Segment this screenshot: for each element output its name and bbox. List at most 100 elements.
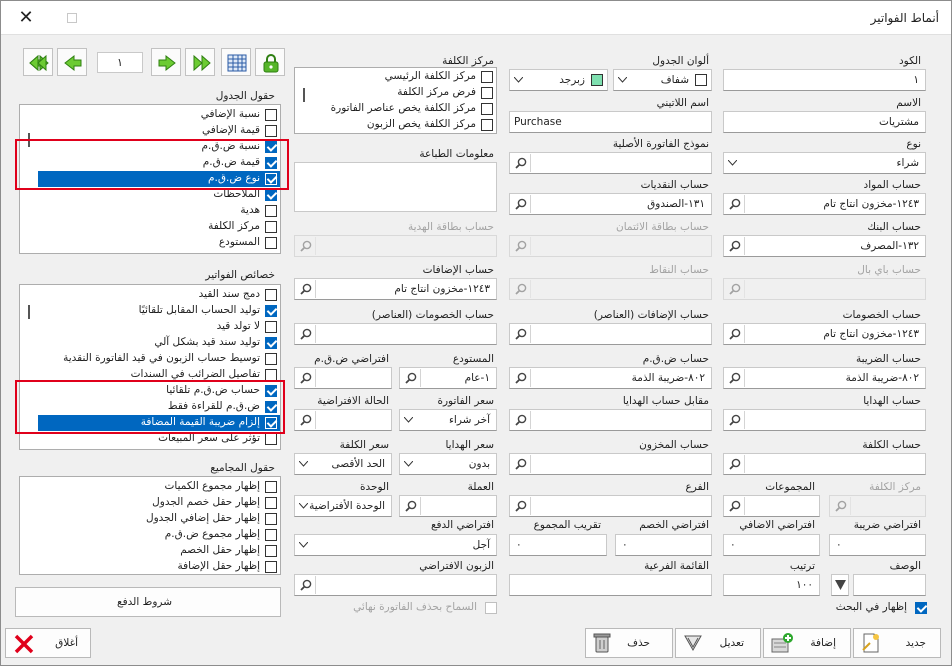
tax-account-field[interactable]: ٨٠٢-ضريبة الذمة	[723, 367, 926, 389]
lookup-search-icon[interactable]	[296, 411, 316, 429]
checklist-item[interactable]: إظهار حقل خصم الجدول	[20, 495, 280, 511]
new-button[interactable]: جديد	[853, 628, 941, 658]
checkbox[interactable]	[265, 289, 277, 301]
checklist-item[interactable]: إظهار حقل الخصم	[20, 543, 280, 559]
checklist-item[interactable]: مركز الكلفة يخص الزبون	[295, 117, 496, 133]
sort-field[interactable]: ١٠٠	[723, 574, 820, 596]
lookup-search-icon[interactable]	[511, 455, 531, 473]
gifts-price-select[interactable]: بدون	[399, 453, 497, 475]
lookup-search-icon[interactable]	[725, 497, 745, 515]
lookup-search-icon[interactable]	[511, 237, 531, 255]
default-state-field[interactable]	[294, 409, 392, 431]
lookup-search-icon[interactable]	[296, 369, 316, 387]
lookup-search-icon[interactable]	[401, 497, 421, 515]
delete-button[interactable]: حذف	[585, 628, 673, 658]
code-field[interactable]: ١	[723, 69, 926, 91]
checkbox[interactable]	[265, 561, 277, 573]
checkbox[interactable]	[265, 497, 277, 509]
tax-default-field[interactable]: ٠	[829, 534, 926, 556]
lookup-search-icon[interactable]	[296, 237, 316, 255]
additions-items-field[interactable]	[509, 323, 712, 345]
warehouse-field[interactable]: ١-عام	[399, 367, 497, 389]
page-number-field[interactable]: ١	[97, 52, 143, 73]
checklist-item[interactable]: توليد سند قيد بشكل آلي	[20, 335, 280, 351]
branch-field[interactable]	[509, 495, 712, 517]
totals-fields-list[interactable]: إظهار مجموع الكميات إظهار حقل خصم الجدول إ…	[19, 476, 281, 575]
checklist-item[interactable]: هدية	[20, 203, 280, 219]
last-record-button[interactable]	[185, 48, 215, 76]
bank-account-field[interactable]: ١٣٢-المصرف	[723, 235, 926, 257]
lookup-search-icon[interactable]	[725, 237, 745, 255]
cost-price-select[interactable]: الحد الأقصى	[294, 453, 392, 475]
checkbox[interactable]	[265, 529, 277, 541]
checkbox[interactable]	[265, 481, 277, 493]
checkbox[interactable]	[265, 205, 277, 217]
round-total-field[interactable]: ٠	[509, 534, 607, 556]
payment-terms-button[interactable]: شروط الدفع	[15, 587, 281, 617]
maximize-icon[interactable]	[67, 13, 77, 23]
lookup-search-icon[interactable]	[511, 195, 531, 213]
close-button[interactable]: أغلاق	[5, 628, 91, 658]
lookup-search-icon[interactable]	[511, 154, 531, 172]
lookup-search-icon[interactable]	[296, 325, 316, 343]
lookup-search-icon[interactable]	[725, 325, 745, 343]
checkbox[interactable]	[265, 321, 277, 333]
name-field[interactable]: مشتريات	[723, 111, 926, 133]
checklist-item[interactable]: قيمة الإضافي	[20, 123, 280, 139]
checklist-item[interactable]: مركز الكلفة يخص عناصر الفاتورة	[295, 101, 496, 117]
checkbox[interactable]	[265, 337, 277, 349]
default-customer-field[interactable]	[294, 574, 497, 596]
payment-default-select[interactable]: آجل	[294, 534, 497, 556]
checkbox[interactable]	[265, 221, 277, 233]
checklist-item[interactable]: لا تولد قيد	[20, 319, 280, 335]
checkbox[interactable]	[265, 545, 277, 557]
checkbox[interactable]	[265, 433, 277, 445]
first-record-button[interactable]	[23, 48, 53, 76]
checkbox[interactable]	[481, 87, 493, 99]
checklist-item[interactable]: إظهار مجموع ض.ق.م	[20, 527, 280, 543]
checkbox[interactable]	[265, 237, 277, 249]
grid-view-button[interactable]	[221, 48, 251, 76]
cost-account-field[interactable]	[723, 453, 926, 475]
checklist-item[interactable]: مركز الكلفة الرئيسي	[295, 69, 496, 85]
discounts-items-field[interactable]	[294, 323, 497, 345]
latin-name-field[interactable]: Purchase	[509, 111, 712, 133]
unit-select[interactable]: الوحدة الأفتراضية	[294, 495, 392, 517]
lookup-search-icon[interactable]	[511, 369, 531, 387]
checkbox[interactable]	[265, 109, 277, 121]
gifts-offset-field[interactable]	[509, 409, 712, 431]
vat-default-field[interactable]	[294, 367, 392, 389]
checklist-item[interactable]: إظهار حقل إضافي الجدول	[20, 511, 280, 527]
materials-account-field[interactable]: ١٢٤٣-مخزون انتاج تام	[723, 193, 926, 215]
lookup-search-icon[interactable]	[401, 369, 421, 387]
prev-record-button[interactable]	[57, 48, 87, 76]
checklist-item[interactable]: توليد الحساب المقابل تلقائيًا	[20, 303, 280, 319]
checkbox[interactable]	[265, 189, 277, 201]
checkbox[interactable]	[265, 125, 277, 137]
additional-default-field[interactable]: ٠	[723, 534, 820, 556]
lookup-search-icon[interactable]	[511, 497, 531, 515]
lookup-search-icon[interactable]	[511, 411, 531, 429]
stock-account-field[interactable]	[509, 453, 712, 475]
checklist-item[interactable]: نسبة الإضافي	[20, 107, 280, 123]
checklist-item[interactable]: المستودع	[20, 235, 280, 251]
cash-account-field[interactable]: ١٣١-الصندوق	[509, 193, 712, 215]
checkbox[interactable]	[265, 513, 277, 525]
discounts-account-field[interactable]: ١٢٤٣-مخزون انتاج تام	[723, 323, 926, 345]
checkbox[interactable]	[481, 103, 493, 115]
show-in-search-checkbox[interactable]	[915, 602, 927, 614]
checklist-item[interactable]: إظهار حقل الإضافة	[20, 559, 280, 574]
cost-centers-list[interactable]: مركز الكلفة الرئيسي فرض مركز الكلفة مركز ا…	[294, 67, 497, 134]
additions-account-field[interactable]: ١٢٤٣-مخزون انتاج تام	[294, 278, 497, 300]
checklist-item[interactable]: مركز الكلفة	[20, 219, 280, 235]
lookup-search-icon[interactable]	[725, 195, 745, 213]
color2-select[interactable]: زبرجد	[509, 69, 608, 91]
sub-list-field[interactable]	[509, 574, 712, 596]
checkbox[interactable]	[265, 305, 277, 317]
lookup-search-icon[interactable]	[511, 325, 531, 343]
checkbox[interactable]	[265, 353, 277, 365]
groups-field[interactable]	[723, 495, 820, 517]
gifts-account-field[interactable]	[723, 409, 926, 431]
invoice-price-select[interactable]: آخر شراء	[399, 409, 497, 431]
lookup-search-icon[interactable]	[831, 497, 851, 515]
